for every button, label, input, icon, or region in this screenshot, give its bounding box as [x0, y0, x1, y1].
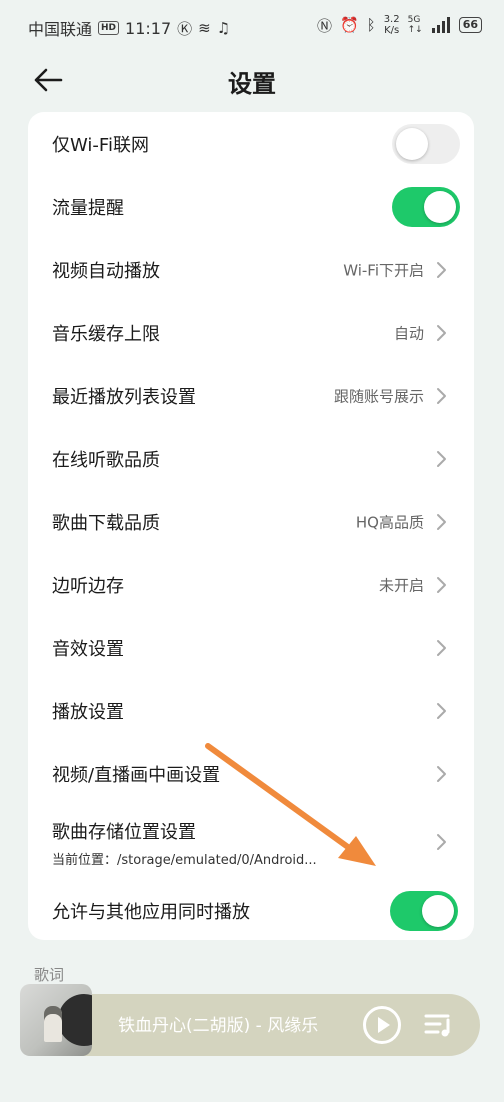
toggle-knob [396, 127, 428, 160]
playlist-button[interactable] [422, 1008, 456, 1042]
setting-label: 歌曲存储位置设置 [52, 822, 196, 843]
network-speed: 3.2 K/s [384, 14, 400, 36]
data-alert-toggle[interactable] [392, 186, 460, 227]
bluetooth-icon: ᛒ [366, 16, 376, 34]
play-icon [363, 1006, 401, 1044]
nfc-icon: Ⓝ [316, 16, 332, 35]
setting-label: 视频/直播画中画设置 [52, 764, 221, 786]
setting-recent-playlist[interactable]: 最近播放列表设置 跟随账号展示 [28, 364, 474, 427]
section-lyrics-label: 歌词 [34, 966, 65, 984]
toggle-knob [424, 190, 456, 223]
status-right: Ⓝ ⏰ ᛒ 3.2 K/s 5G ↑↓ 66 [317, 14, 482, 36]
storage-path: 当前位置：/storage/emulated/0/Android... [52, 853, 317, 868]
page-header: 设置 [0, 52, 504, 108]
chevron-right-icon [437, 702, 446, 719]
k-circle-icon: Ⓚ [177, 19, 193, 38]
now-playing-title: 铁血丹心(二胡版) - 风缘乐 [118, 1016, 319, 1036]
status-bar: 中国联通 HD 11:17 Ⓚ ≋ ♫ Ⓝ ⏰ ᛒ 3.2 K/s 5G ↑↓ … [0, 0, 504, 52]
battery-icon: 66 [458, 17, 482, 33]
setting-wifi-only: 仅Wi-Fi联网 [28, 112, 474, 175]
hd-badge: HD [98, 21, 120, 35]
toggle-knob [422, 894, 454, 927]
chevron-right-icon [437, 324, 446, 341]
network-arrows: ↑↓ [407, 25, 423, 35]
link-icon: ≋ [198, 19, 211, 37]
setting-data-alert: 流量提醒 [28, 175, 474, 238]
page-title: 设置 [228, 70, 276, 98]
setting-label: 音乐缓存上限 [52, 323, 160, 345]
chevron-right-icon [437, 387, 446, 404]
network-label: 5G [407, 15, 421, 25]
playlist-icon [424, 1014, 450, 1037]
setting-online-quality[interactable]: 在线听歌品质 [28, 427, 474, 490]
setting-label: 仅Wi-Fi联网 [52, 134, 149, 156]
setting-label: 在线听歌品质 [52, 449, 160, 471]
chevron-right-icon [437, 450, 446, 467]
setting-value: HQ高品质 [355, 513, 424, 531]
setting-pip[interactable]: 视频/直播画中画设置 [28, 742, 474, 805]
setting-label: 最近播放列表设置 [52, 386, 196, 408]
chevron-right-icon [437, 639, 446, 656]
chevron-right-icon [437, 765, 446, 782]
setting-label: 视频自动播放 [52, 260, 160, 282]
chevron-right-icon [437, 576, 446, 593]
setting-storage-location[interactable]: 歌曲存储位置设置 当前位置：/storage/emulated/0/Androi… [28, 805, 474, 879]
setting-video-autoplay[interactable]: 视频自动播放 Wi-Fi下开启 [28, 238, 474, 301]
status-time: 11:17 [125, 18, 172, 38]
chevron-right-icon [437, 513, 446, 530]
setting-label: 播放设置 [52, 701, 124, 723]
setting-label: 歌曲下载品质 [52, 512, 160, 534]
play-button[interactable] [362, 1005, 402, 1045]
setting-label: 音效设置 [52, 638, 124, 660]
status-left: 中国联通 HD 11:17 Ⓚ ≋ ♫ [28, 16, 230, 40]
music-note-icon: ♫ [216, 19, 231, 37]
setting-value: 未开启 [378, 576, 424, 594]
setting-value: 自动 [393, 324, 424, 342]
setting-mix-playback: 允许与其他应用同时播放 [28, 879, 474, 942]
chevron-right-icon [437, 261, 446, 278]
setting-download-quality[interactable]: 歌曲下载品质 HQ高品质 [28, 490, 474, 553]
setting-label: 流量提醒 [52, 197, 124, 219]
setting-music-cache[interactable]: 音乐缓存上限 自动 [28, 301, 474, 364]
setting-label: 边听边存 [52, 575, 124, 597]
mix-playback-toggle[interactable] [390, 890, 458, 931]
carrier-name: 中国联通 [28, 20, 93, 39]
alarm-icon: ⏰ [339, 16, 359, 34]
setting-value: Wi-Fi下开启 [343, 261, 424, 279]
setting-sound-effects[interactable]: 音效设置 [28, 616, 474, 679]
album-cover[interactable] [20, 984, 92, 1056]
setting-value: 跟随账号展示 [333, 387, 424, 405]
signal-icon [431, 17, 450, 33]
network-type: 5G ↑↓ [408, 15, 423, 35]
setting-playback[interactable]: 播放设置 [28, 679, 474, 742]
vinyl-disc [58, 994, 92, 1046]
setting-label: 允许与其他应用同时播放 [52, 901, 250, 923]
settings-card: 仅Wi-Fi联网 流量提醒 视频自动播放 Wi-Fi下开启 音乐缓存上限 自动 … [28, 112, 474, 940]
speed-value: 3.2 [383, 14, 400, 25]
cover-figure [44, 1006, 62, 1042]
chevron-right-icon [437, 834, 446, 850]
setting-listen-cache[interactable]: 边听边存 未开启 [28, 553, 474, 616]
wifi-only-toggle[interactable] [392, 123, 460, 164]
speed-unit: K/s [384, 25, 400, 36]
